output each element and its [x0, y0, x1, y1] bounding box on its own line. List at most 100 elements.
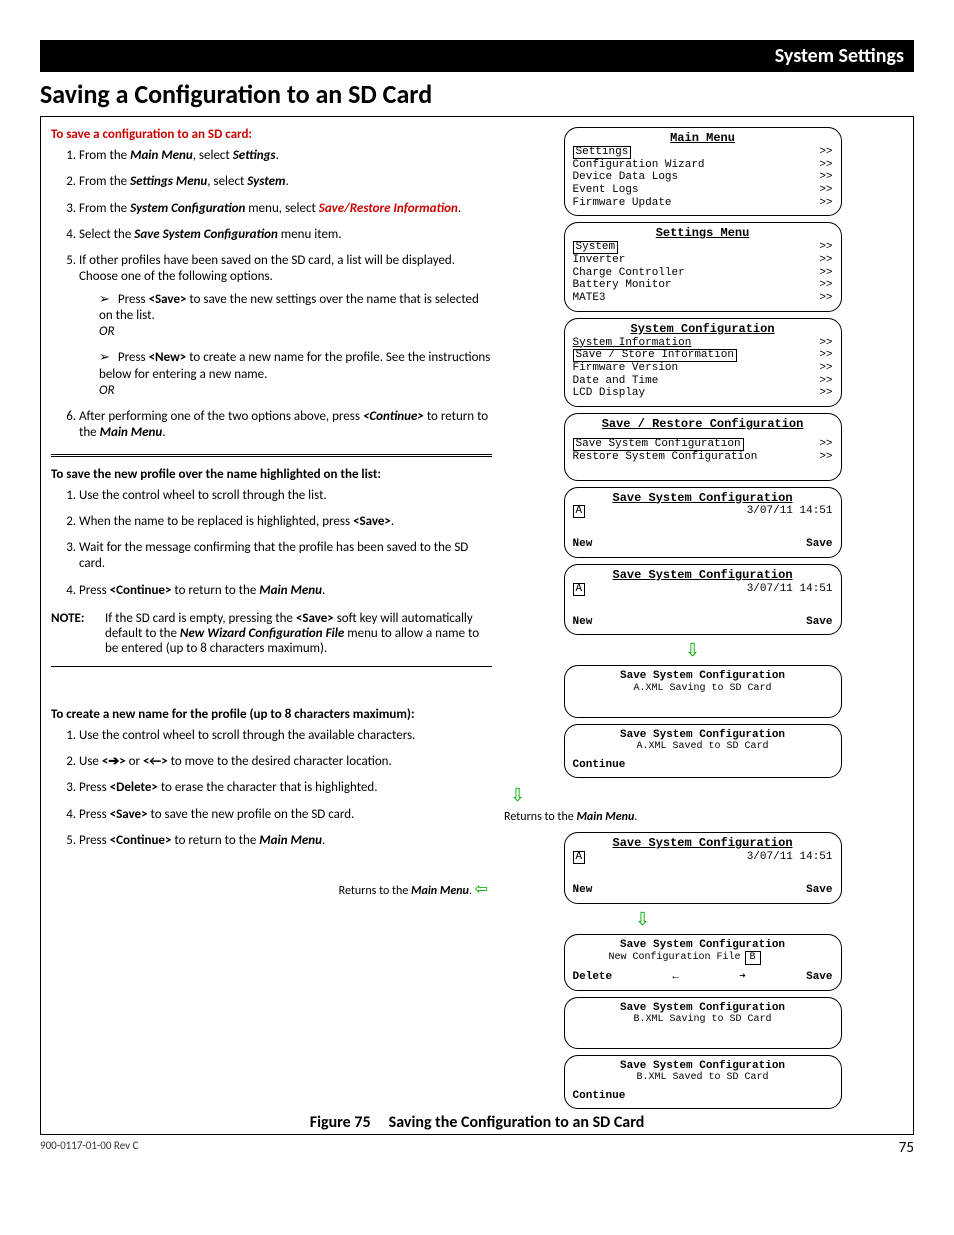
softkey-right-icon: ➔	[739, 971, 746, 984]
lcd-title: Save System Configuration	[573, 670, 833, 683]
lcd-label: New Configuration File	[608, 952, 740, 963]
lcd-ssc-a3: Save System Configuration A3/07/11 14:51…	[564, 832, 842, 903]
doc-number: 900-0117-01-00 Rev C	[40, 1139, 138, 1157]
softkey-save: Save	[806, 538, 832, 551]
softkey-save: Save	[806, 971, 832, 984]
figure-caption: Figure 75 Saving the Configuration to an…	[51, 1113, 903, 1132]
lcd-item: Configuration Wizard	[573, 159, 705, 172]
softkey-continue: Continue	[573, 759, 626, 772]
softkey-save: Save	[806, 884, 832, 897]
lcd-saved: Save System Configuration A.XML Saved to…	[564, 724, 842, 779]
softkey-new: New	[573, 538, 593, 551]
step: Select the Save System Configuration men…	[79, 227, 492, 243]
lcd-item: Charge Controller	[573, 267, 685, 280]
lcd-item: Restore System Configuration	[573, 451, 758, 464]
softkey-new: New	[573, 884, 593, 897]
chevron-icon: >>	[819, 254, 832, 267]
lcd-input-box: B	[745, 951, 761, 965]
lcd-save-restore: Save / Restore Configuration Save System…	[564, 413, 842, 480]
step: Wait for the message confirming that the…	[79, 540, 492, 573]
section2-steps: Use the control wheel to scroll through …	[51, 488, 492, 599]
softkey-new: New	[573, 616, 593, 629]
lcd-selected: Save System Configuration	[573, 438, 744, 451]
chevron-icon: >>	[819, 267, 832, 280]
chevron-icon: >>	[819, 197, 832, 210]
lcd-message: A.XML Saving to SD Card	[573, 683, 833, 695]
lcd-selected: Save / Store Information	[573, 349, 737, 362]
lcd-message: B.XML Saving to SD Card	[573, 1014, 833, 1026]
chevron-icon: >>	[819, 362, 832, 375]
lcd-item: System Information	[573, 337, 692, 350]
sub-step: Press <New> to create a new name for the…	[99, 350, 492, 399]
note-text: If the SD card is empty, pressing the <S…	[105, 611, 492, 656]
softkey-delete: Delete	[573, 971, 613, 984]
lcd-item: LCD Display	[573, 387, 646, 400]
lcd-title: Save System Configuration	[573, 939, 833, 952]
lcd-saved-b: Save System Configuration B.XML Saved to…	[564, 1055, 842, 1110]
page-number: 75	[899, 1139, 914, 1157]
step: Use the control wheel to scroll through …	[79, 488, 492, 504]
returns-note-left: Returns to the Main Menu. ⇦	[51, 879, 488, 899]
chevron-icon: >>	[819, 279, 832, 292]
lcd-item: Event Logs	[573, 184, 639, 197]
arrow-down-icon: ⇩	[635, 908, 650, 930]
step: Use the control wheel to scroll through …	[79, 728, 492, 744]
note: NOTE: If the SD card is empty, pressing …	[51, 611, 492, 656]
lcd-item: Firmware Update	[573, 197, 672, 210]
arrow-down-icon: ⇩	[510, 784, 525, 806]
lcd-new-file: Save System Configuration New Configurat…	[564, 934, 842, 991]
lcd-item: Firmware Version	[573, 362, 679, 375]
note-label: NOTE:	[51, 611, 95, 656]
lcd-selected: Settings	[573, 146, 632, 159]
chevron-icon: >>	[819, 184, 832, 197]
step: From the Settings Menu, select System.	[79, 174, 492, 190]
chevron-icon: >>	[819, 159, 832, 172]
step: If other profiles have been saved on the…	[79, 253, 492, 399]
step: Press <Delete> to erase the character th…	[79, 780, 492, 796]
returns-note: Returns to the Main Menu.	[502, 810, 637, 824]
chevron-icon: >>	[819, 387, 832, 400]
chevron-icon: >>	[819, 438, 832, 451]
lcd-ssc-a2: Save System Configuration A 3/07/11 14:51…	[564, 564, 842, 635]
lcd-date: 3/07/11 14:51	[747, 505, 833, 518]
section2-heading: To save the new profile over the name hi…	[51, 467, 492, 482]
lcd-title: Save System Configuration	[573, 1002, 833, 1015]
lcd-title: Save System Configuration	[573, 569, 833, 583]
lcd-item: Date and Time	[573, 375, 659, 388]
chevron-icon: >>	[819, 146, 832, 159]
chevron-icon: >>	[819, 171, 832, 184]
lcd-field: A	[573, 583, 586, 596]
softkey-left-icon: ←	[672, 971, 679, 984]
section1-steps: From the Main Menu, select Settings. Fro…	[51, 148, 492, 442]
lcd-title: Save System Configuration	[573, 1060, 833, 1073]
lcd-title: Main Menu	[573, 132, 833, 146]
section1-heading: To save a configuration to an SD card:	[51, 127, 492, 142]
lcd-title: System Configuration	[573, 323, 833, 337]
step: After performing one of the two options …	[79, 409, 492, 442]
chevron-icon: >>	[819, 451, 832, 464]
lcd-message: A.XML Saved to SD Card	[573, 741, 833, 753]
sub-step: Press <Save> to save the new settings ov…	[99, 292, 492, 341]
lcd-saving: Save System Configuration A.XML Saving t…	[564, 665, 842, 717]
softkey-continue: Continue	[573, 1090, 626, 1103]
lcd-item: MATE3	[573, 292, 606, 305]
lcd-title: Save System Configuration	[573, 729, 833, 742]
section3-steps: Use the control wheel to scroll through …	[51, 728, 492, 849]
chevron-icon: >>	[819, 292, 832, 305]
chevron-icon: >>	[819, 375, 832, 388]
page-footer: 900-0117-01-00 Rev C 75	[40, 1139, 914, 1157]
lcd-saving-b: Save System Configuration B.XML Saving t…	[564, 997, 842, 1049]
section-header: System Settings	[40, 40, 914, 72]
lcd-ssc-a: Save System Configuration A3/07/11 14:51…	[564, 487, 842, 558]
lcd-title: Save System Configuration	[573, 837, 833, 851]
lcd-date: 3/07/11 14:51	[747, 583, 833, 596]
chevron-icon: >>	[819, 337, 832, 350]
step: Use <➔> or <←> to move to the desired ch…	[79, 754, 492, 770]
arrow-down-icon: ⇩	[685, 639, 700, 661]
lcd-title: Settings Menu	[573, 227, 833, 241]
page-title: Saving a Configuration to an SD Card	[40, 78, 914, 110]
lcd-system-config: System Configuration System Information >…	[564, 318, 842, 407]
lcd-item: Battery Monitor	[573, 279, 672, 292]
lcd-main-menu: Main Menu Settings >> Configuration Wizar…	[564, 127, 842, 216]
lcd-date: 3/07/11 14:51	[747, 851, 833, 864]
